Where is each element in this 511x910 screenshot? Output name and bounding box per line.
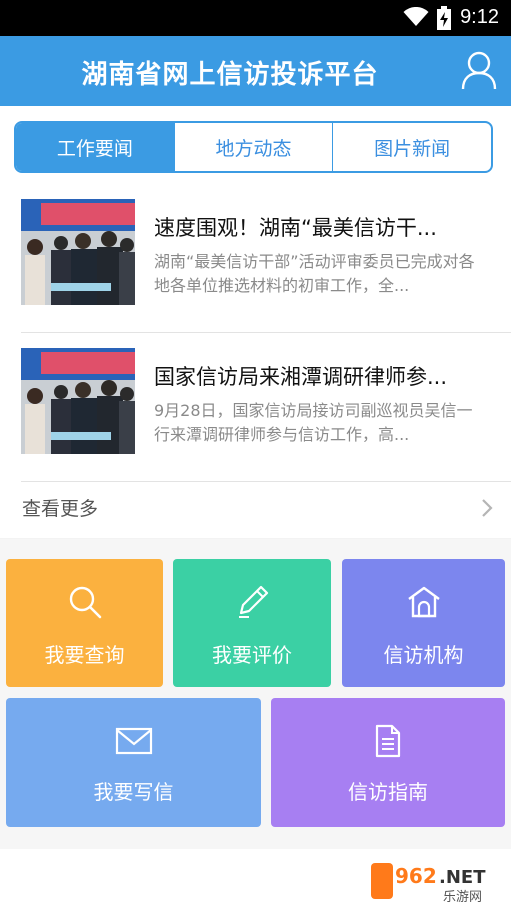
tab-bar-container: 工作要闻 地方动态 图片新闻	[0, 106, 511, 184]
query-tile[interactable]: 我要查询	[6, 559, 163, 687]
page-title: 湖南省网上信访投诉平台	[81, 60, 379, 90]
review-tile[interactable]: 我要评价	[173, 559, 331, 687]
write-letter-tile[interactable]: 我要写信	[6, 698, 261, 827]
news-title: 速度围观！湖南“最美信访干...	[154, 216, 437, 240]
guide-tile[interactable]: 信访指南	[271, 698, 505, 827]
news-item[interactable]: 国家信访局来湘潭调研律师参... 9月28日，国家信访局接访司副巡视员吴信一行来…	[0, 333, 511, 482]
news-list: 速度围观！湖南“最美信访干... 湖南“最美信访干部”活动评审委员已完成对各地各…	[0, 184, 511, 538]
tile-label: 我要评价	[212, 643, 292, 667]
tile-label: 我要查询	[44, 643, 125, 667]
document-icon	[375, 724, 401, 758]
news-item[interactable]: 速度围观！湖南“最美信访干... 湖南“最美信访干部”活动评审委员已完成对各地各…	[0, 184, 511, 333]
tile-label: 信访指南	[348, 780, 428, 804]
chevron-right-icon	[482, 499, 493, 517]
bottom-area: 962 .NET 乐游网	[0, 849, 511, 910]
watermark-logo: 962 .NET 乐游网	[371, 863, 486, 905]
view-more-link[interactable]: 查看更多	[0, 482, 511, 538]
tab-bar: 工作要闻 地方动态 图片新闻	[14, 121, 493, 173]
search-icon	[69, 586, 101, 619]
pen-icon	[239, 585, 269, 618]
news-thumbnail	[21, 199, 135, 305]
mail-icon	[115, 727, 152, 755]
app-bar: 湖南省网上信访投诉平台	[0, 36, 511, 106]
news-title: 国家信访局来湘潭调研律师参...	[154, 365, 448, 389]
house-icon	[407, 586, 440, 618]
news-summary: 湖南“最美信访干部”活动评审委员已完成对各地各单位推选材料的初审工作，全...	[154, 252, 475, 295]
battery-charging-icon	[437, 6, 451, 30]
svg-text:962: 962	[395, 864, 437, 888]
view-more-label: 查看更多	[22, 498, 99, 520]
tab-local-news[interactable]: 地方动态	[173, 123, 333, 171]
news-thumbnail	[21, 348, 135, 454]
svg-text:.NET: .NET	[439, 867, 486, 888]
function-tiles: 我要查询 我要评价 信访机构 我要写信 信访指南	[0, 539, 511, 849]
tab-photo-news[interactable]: 图片新闻	[332, 123, 491, 171]
tile-label: 信访机构	[383, 643, 464, 667]
news-summary: 9月28日，国家信访局接访司副巡视员吴信一行来潭调研律师参与信访工作，高...	[154, 401, 473, 444]
status-time: 9:12	[460, 6, 499, 28]
tile-label: 我要写信	[93, 780, 174, 804]
tab-work-news[interactable]: 工作要闻	[16, 123, 174, 171]
institution-tile[interactable]: 信访机构	[342, 559, 505, 687]
status-bar: 9:12	[0, 0, 511, 36]
user-icon[interactable]	[461, 50, 497, 90]
wifi-icon	[403, 7, 429, 26]
svg-text:乐游网: 乐游网	[443, 890, 482, 905]
